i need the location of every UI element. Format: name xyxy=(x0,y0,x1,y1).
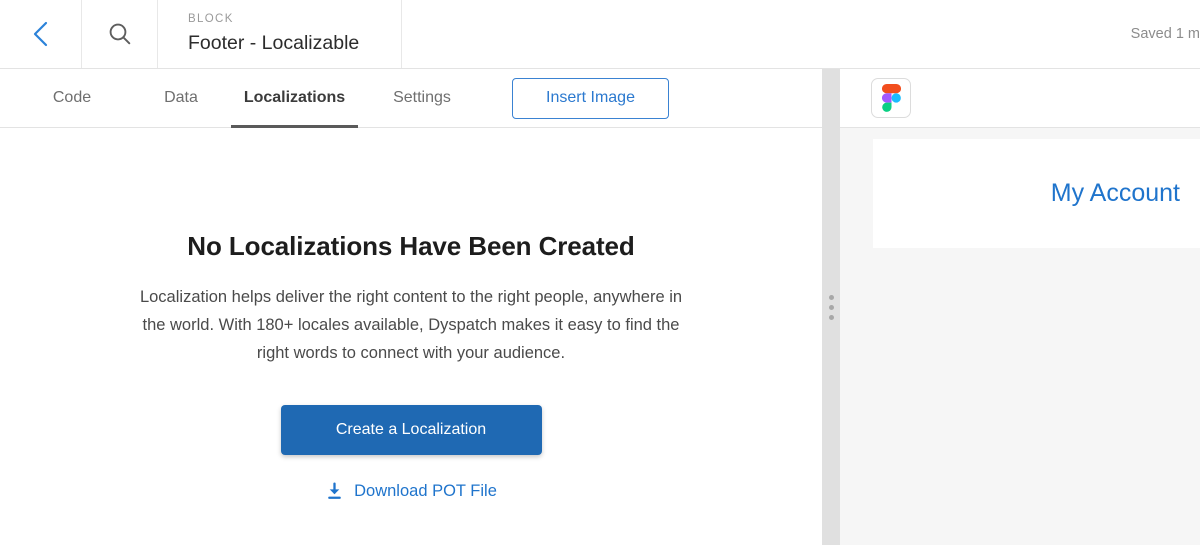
search-button[interactable] xyxy=(82,0,158,68)
preview-body: My Account xyxy=(840,128,1200,545)
editor-tabbar: Code Data Localizations Settings Insert … xyxy=(0,69,822,128)
preview-pane: My Account xyxy=(840,69,1200,545)
body-split: Code Data Localizations Settings Insert … xyxy=(0,69,1200,545)
back-button[interactable] xyxy=(0,0,82,68)
tab-settings[interactable]: Settings xyxy=(358,69,486,128)
empty-state-title: No Localizations Have Been Created xyxy=(187,231,635,261)
localizations-empty-state: No Localizations Have Been Created Local… xyxy=(0,128,822,545)
preview-toolbar xyxy=(840,69,1200,128)
download-pot-file-link[interactable]: Download POT File xyxy=(325,482,497,501)
page-title: Footer - Localizable xyxy=(188,31,360,54)
preview-content-card: My Account xyxy=(873,139,1200,248)
top-header-bar: BLOCK Footer - Localizable Saved 1 m xyxy=(0,0,1200,69)
download-icon xyxy=(328,482,341,499)
chevron-left-icon xyxy=(33,21,47,47)
block-kicker: BLOCK xyxy=(188,12,234,25)
app-root: BLOCK Footer - Localizable Saved 1 m Cod… xyxy=(0,0,1200,545)
drag-handle-dots-icon xyxy=(828,294,834,320)
figma-button[interactable] xyxy=(871,78,911,118)
header-spacer xyxy=(402,0,1131,68)
pane-splitter[interactable] xyxy=(822,69,840,545)
insert-image-button[interactable]: Insert Image xyxy=(512,77,669,119)
tab-data[interactable]: Data xyxy=(131,69,231,128)
editor-pane: Code Data Localizations Settings Insert … xyxy=(0,69,822,545)
tab-localizations[interactable]: Localizations xyxy=(231,69,358,128)
my-account-link[interactable]: My Account xyxy=(1051,179,1180,208)
create-localization-button[interactable]: Create a Localization xyxy=(280,405,542,455)
block-title-block: BLOCK Footer - Localizable xyxy=(158,0,402,68)
empty-state-description: Localization helps deliver the right con… xyxy=(139,288,683,362)
saved-status: Saved 1 m xyxy=(1130,26,1200,42)
figma-logo-icon xyxy=(881,84,901,112)
tab-code[interactable]: Code xyxy=(13,69,131,128)
search-icon xyxy=(109,23,130,45)
download-pot-file-label: Download POT File xyxy=(354,482,497,500)
